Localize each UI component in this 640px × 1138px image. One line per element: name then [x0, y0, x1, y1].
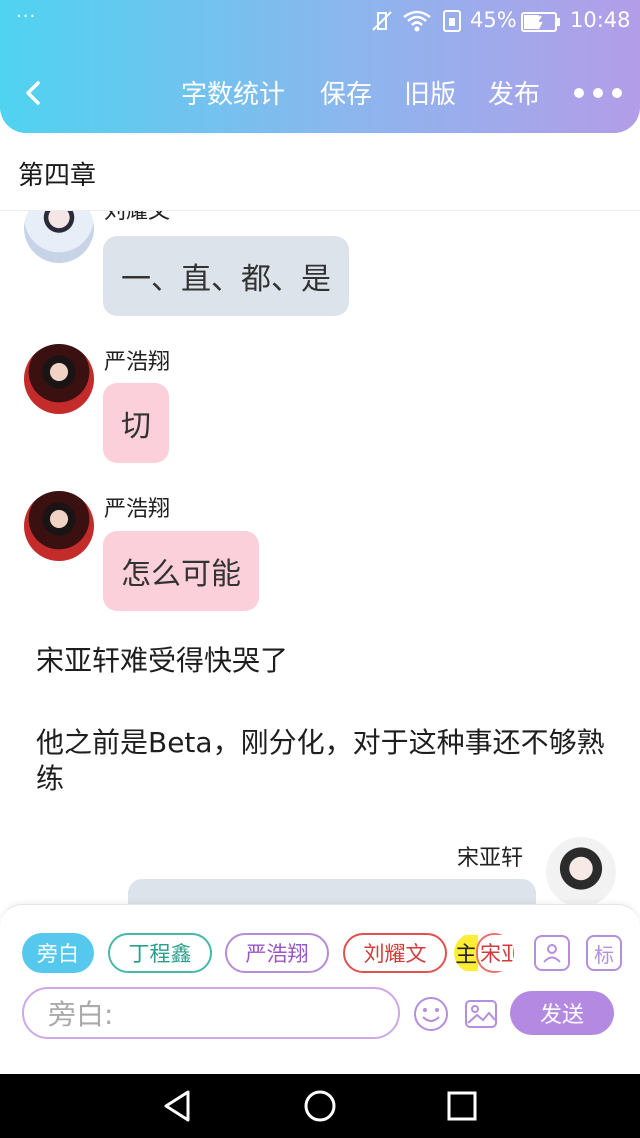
- narration-text[interactable]: 他之前是Beta，刚分化，对于这种事还不够熟练: [36, 725, 616, 797]
- battery-icon: [521, 12, 560, 32]
- role-chip-yan-haoxiang[interactable]: 严浩翔: [225, 933, 329, 973]
- speaker-name: 刘耀文: [104, 211, 171, 224]
- nav-recents-icon[interactable]: [444, 1088, 480, 1124]
- composer-panel: 旁白 丁程鑫 严浩翔 刘耀文 主 宋亚 标 旁白: 发送: [0, 904, 640, 1074]
- message-bubble[interactable]: 一、直、都、是: [103, 236, 349, 316]
- avatar-yan-haoxiang[interactable]: [24, 491, 94, 561]
- word-count-button[interactable]: 字数统计: [181, 80, 285, 110]
- role-chip-narrator[interactable]: 旁白: [22, 933, 94, 973]
- top-toolbar: 字数统计 保存 旧版 发布: [0, 62, 640, 124]
- avatar-liu-yaowen[interactable]: [24, 211, 94, 263]
- save-button[interactable]: 保存: [320, 80, 372, 110]
- old-version-button[interactable]: 旧版: [404, 80, 456, 110]
- wifi-icon: [403, 10, 431, 32]
- vibrate-off-icon: [372, 11, 392, 31]
- add-character-icon[interactable]: [534, 935, 570, 971]
- role-chip-liu-yaowen[interactable]: 刘耀文: [343, 933, 447, 973]
- speaker-name: 宋亚轩: [457, 846, 524, 871]
- person-icon: [543, 944, 561, 963]
- publish-button[interactable]: 发布: [488, 80, 540, 110]
- message-bubble[interactable]: 怎么可能: [103, 531, 259, 611]
- story-content[interactable]: 刘耀文 一、直、都、是 严浩翔 切 严浩翔 怎么可能 宋亚轩难受得快哭了 他之前…: [0, 211, 640, 906]
- avatar-song-yaxuan[interactable]: [546, 837, 616, 906]
- back-arrow-icon[interactable]: [18, 78, 48, 108]
- role-chip-song-yaxuan[interactable]: 主 宋亚: [454, 933, 514, 973]
- avatar-yan-haoxiang[interactable]: [24, 344, 94, 414]
- chapter-bar: 第四章: [0, 133, 640, 211]
- message-bubble[interactable]: 切: [103, 383, 169, 463]
- speaker-name: 严浩翔: [104, 497, 171, 522]
- clock: 10:48: [570, 8, 631, 32]
- sim-icon: [443, 10, 461, 32]
- status-bar: ··· 45% 10:48: [0, 0, 640, 44]
- tag-button[interactable]: 标: [586, 935, 622, 971]
- more-options-icon[interactable]: [572, 86, 624, 100]
- speaker-name: 严浩翔: [104, 350, 171, 375]
- image-icon[interactable]: [462, 995, 500, 1033]
- narration-text[interactable]: 宋亚轩难受得快哭了: [36, 643, 616, 679]
- emoji-icon[interactable]: [412, 995, 450, 1033]
- nav-back-icon[interactable]: [160, 1088, 196, 1124]
- role-chip-ding-chengxin[interactable]: 丁程鑫: [108, 933, 212, 973]
- status-menu-dots: ···: [16, 6, 37, 27]
- system-nav-bar: [0, 1074, 640, 1138]
- message-input[interactable]: 旁白:: [22, 987, 400, 1039]
- send-button[interactable]: 发送: [510, 991, 614, 1035]
- message-bubble[interactable]: [128, 879, 536, 906]
- chapter-title[interactable]: 第四章: [18, 155, 96, 192]
- role-chip-label: 宋亚: [476, 933, 514, 973]
- main-role-marker: 主: [454, 935, 479, 971]
- nav-home-icon[interactable]: [302, 1088, 338, 1124]
- battery-percent: 45%: [470, 8, 517, 32]
- app-header: ··· 45% 10:48 字数统计 保存 旧版 发布: [0, 0, 640, 133]
